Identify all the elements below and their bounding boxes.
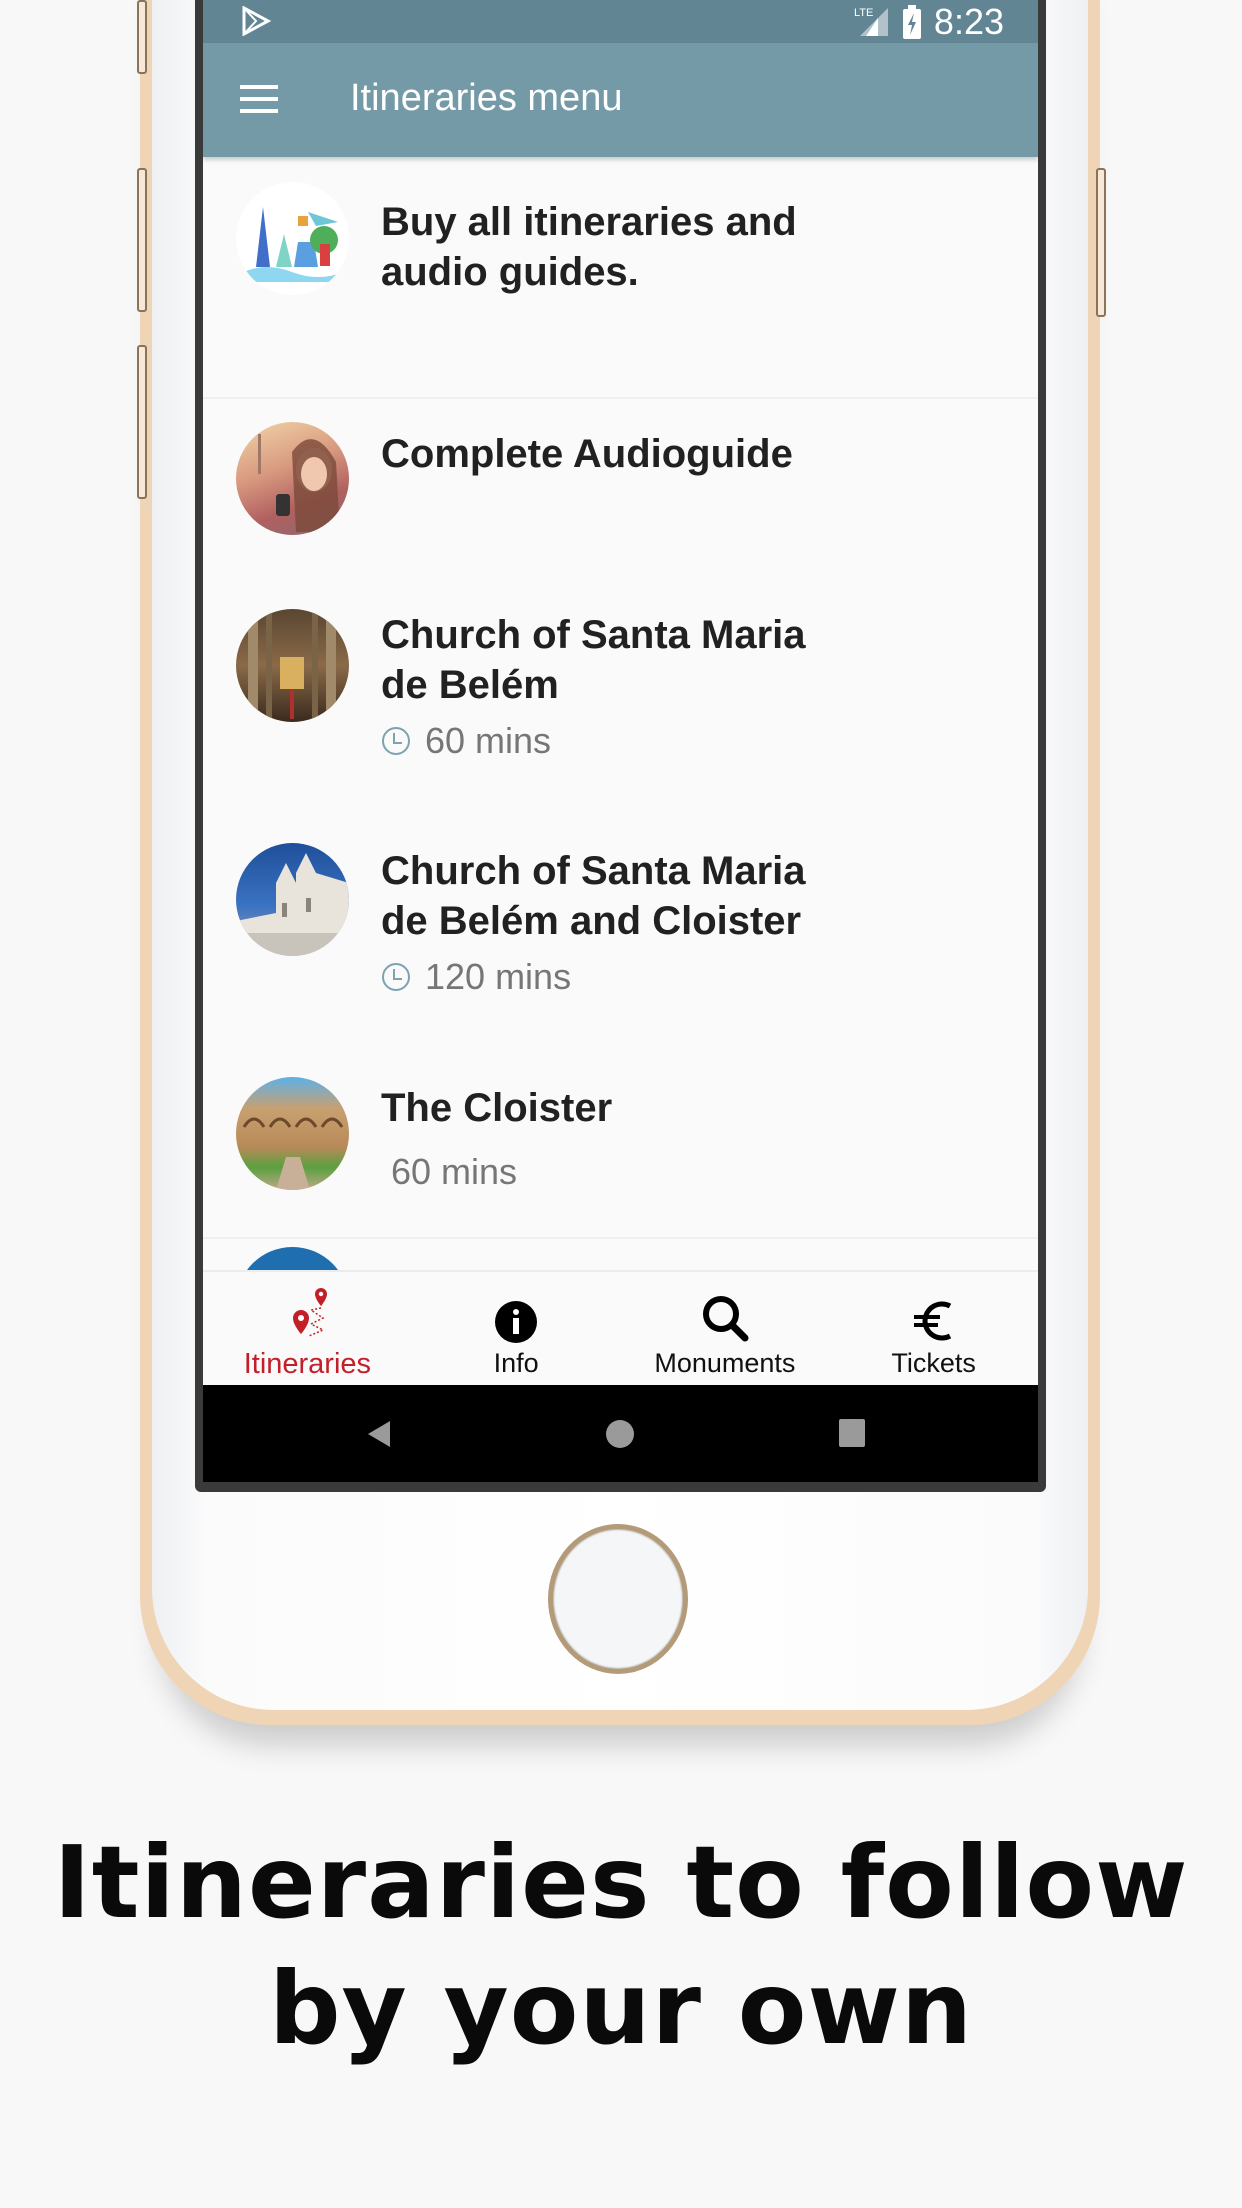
status-bar: LTE 8:23 <box>203 0 1038 43</box>
home-nav-button[interactable] <box>605 1419 635 1449</box>
tab-itineraries[interactable]: Itineraries <box>203 1272 412 1387</box>
play-store-icon <box>242 6 271 36</box>
item-title: Buy all itineraries and audio guides. <box>381 200 797 294</box>
list-item-church-santa-maria[interactable]: Church of Santa Maria de Belém 60 mins <box>203 587 1038 823</box>
item-duration: 120 mins <box>381 956 571 998</box>
cloister-courtyard-thumbnail <box>236 1077 349 1190</box>
tab-tickets[interactable]: Tickets <box>829 1272 1038 1387</box>
phone-home-button[interactable] <box>548 1524 688 1674</box>
woman-with-headphones-thumbnail <box>236 422 349 535</box>
duration-text: 60 mins <box>425 720 552 761</box>
duration-text: 120 mins <box>425 956 572 997</box>
phone-volume-down-button <box>137 345 147 499</box>
duration-text: 60 mins <box>391 1151 518 1192</box>
item-title: The Cloister <box>381 1086 613 1130</box>
item-duration: 60 mins <box>391 1151 517 1193</box>
phone-screen: LTE 8:23 Itineraries menu Buy all itiner… <box>203 0 1038 1482</box>
itinerary-list: Buy all itineraries and audio guides. Co… <box>203 157 1038 1360</box>
phone-side-button <box>137 0 147 74</box>
caption-line-1: Itineraries to follow <box>53 1824 1189 1941</box>
item-title: Church of Santa Maria de Belém <box>381 613 806 707</box>
list-item-complete-audioguide[interactable]: Complete Audioguide <box>203 399 1038 587</box>
hamburger-menu-icon[interactable] <box>240 85 278 113</box>
tab-label: Monuments <box>654 1348 796 1378</box>
tab-label: Tickets <box>891 1348 976 1378</box>
svg-text:LTE: LTE <box>854 7 873 19</box>
travel-landmarks-thumbnail <box>236 182 349 295</box>
route-pins-icon <box>293 1288 328 1337</box>
page-title: Itineraries menu <box>350 77 623 119</box>
system-navigation-bar <box>203 1385 1038 1482</box>
tab-info[interactable]: Info <box>412 1272 621 1387</box>
phone-power-button <box>1096 168 1106 317</box>
tab-label: Info <box>493 1348 539 1378</box>
item-duration: 60 mins <box>381 720 551 762</box>
recents-button[interactable] <box>839 1419 865 1447</box>
battery-charging-icon <box>902 4 921 39</box>
church-interior-thumbnail <box>236 609 349 722</box>
status-time: 8:23 <box>933 0 1004 42</box>
phone-volume-up-button <box>137 168 147 312</box>
item-title: Church of Santa Maria de Belém and Clois… <box>381 849 806 943</box>
tab-monuments[interactable]: Monuments <box>621 1272 830 1387</box>
bottom-navigation: Itineraries Info Monuments Tickets <box>203 1270 1038 1387</box>
clock-icon <box>382 963 410 991</box>
promo-caption: Itineraries to follow by your own <box>0 1820 1242 2072</box>
item-title: Complete Audioguide <box>381 432 793 476</box>
back-button[interactable] <box>366 1419 392 1449</box>
info-icon <box>495 1301 538 1343</box>
clock-icon <box>382 727 410 755</box>
euro-icon <box>913 1301 951 1341</box>
list-item-the-cloister[interactable]: The Cloister 60 mins <box>203 1059 1038 1237</box>
list-item-church-and-cloister[interactable]: Church of Santa Maria de Belém and Clois… <box>203 823 1038 1059</box>
monastery-exterior-thumbnail <box>236 843 349 956</box>
list-item-buy-all[interactable]: Buy all itineraries and audio guides. <box>203 157 1038 399</box>
app-bar: Itineraries menu <box>203 43 1038 157</box>
tab-label: Itineraries <box>243 1348 372 1380</box>
search-icon <box>702 1296 749 1342</box>
signal-icon: LTE <box>854 7 888 36</box>
caption-line-2: by your own <box>268 1950 974 2067</box>
